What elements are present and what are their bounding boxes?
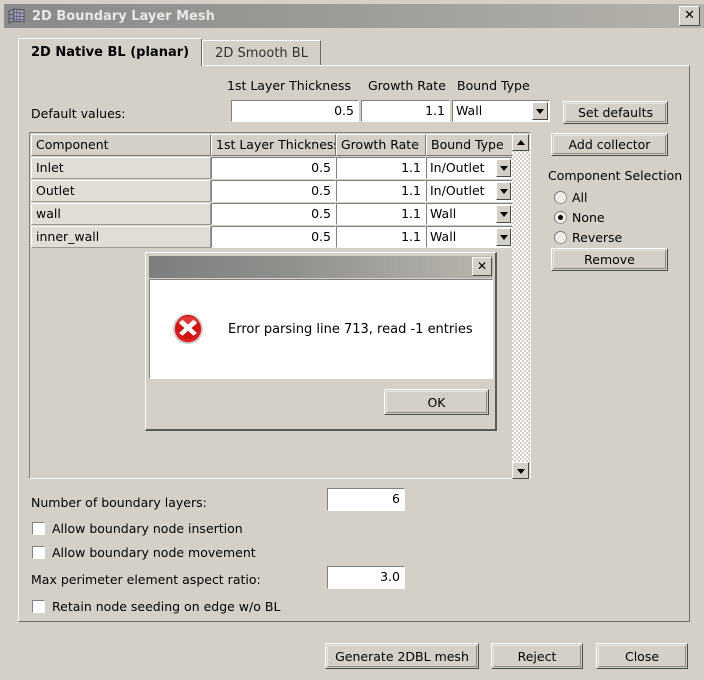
radio-none-label: None <box>572 210 605 225</box>
window-title: 2D Boundary Layer Mesh <box>32 8 215 24</box>
table-header-row: Component 1st Layer Thickness Growth Rat… <box>31 134 513 156</box>
reject-label: Reject <box>517 648 557 664</box>
set-defaults-label: Set defaults <box>578 105 653 120</box>
add-collector-label: Add collector <box>568 137 651 152</box>
dialog-window: 2D Boundary Layer Mesh ✕ 2D Native BL (p… <box>0 0 704 680</box>
close-button[interactable]: Close <box>596 643 688 669</box>
error-dialog-close-button[interactable]: ✕ <box>472 257 492 276</box>
cell-thickness-input[interactable]: 0.5 <box>211 226 336 248</box>
default-values-label: Default values: <box>31 106 126 121</box>
error-dialog-footer: OK <box>149 378 493 426</box>
radio-none[interactable] <box>554 211 567 224</box>
cell-growth-rate-input[interactable]: 1.1 <box>336 226 426 248</box>
scroll-up-button[interactable] <box>512 134 529 151</box>
error-dialog-body: Error parsing line 713, read -1 entries <box>149 279 493 379</box>
default-growth-rate-input[interactable]: 1.1 <box>361 100 450 122</box>
cell-component: Outlet <box>31 180 211 202</box>
cell-bound-type-value: Wall <box>430 229 457 244</box>
window-close-button[interactable]: ✕ <box>679 6 700 26</box>
allow-boundary-node-movement-checkbox[interactable] <box>32 546 45 559</box>
tab-strip: 2D Native BL (planar) 2D Smooth BL <box>18 38 321 66</box>
chevron-down-icon[interactable] <box>496 228 511 246</box>
allow-boundary-node-movement-label: Allow boundary node movement <box>52 545 256 560</box>
tab-label: 2D Smooth BL <box>215 45 308 61</box>
component-grid: Component 1st Layer Thickness Growth Rat… <box>31 134 513 248</box>
cell-growth-rate-input[interactable]: 1.1 <box>336 157 426 179</box>
radio-all-label: All <box>572 190 588 205</box>
cell-growth-rate-input[interactable]: 1.1 <box>336 180 426 202</box>
retain-node-seeding-label: Retain node seeding on edge w/o BL <box>52 599 281 614</box>
cell-bound-type-select[interactable]: In/Outlet <box>426 157 513 179</box>
cell-component: wall <box>31 203 211 225</box>
remove-label: Remove <box>584 252 635 267</box>
default-bound-type-value: Wall <box>456 103 483 118</box>
cell-bound-type-value: In/Outlet <box>430 183 485 198</box>
chevron-down-icon[interactable] <box>496 182 511 200</box>
component-selection-title: Component Selection <box>548 168 683 183</box>
cell-growth-rate-input[interactable]: 1.1 <box>336 203 426 225</box>
error-dialog: ✕ Error parsing line 713, read -1 entrie… <box>145 252 497 431</box>
tab-2d-native-bl-planar[interactable]: 2D Native BL (planar) <box>18 38 203 66</box>
max-aspect-ratio-input[interactable]: 3.0 <box>327 566 405 589</box>
header-component[interactable]: Component <box>31 134 211 156</box>
cell-bound-type-select[interactable]: Wall <box>426 226 513 248</box>
cell-component: Inlet <box>31 157 211 179</box>
cell-bound-type-select[interactable]: In/Outlet <box>426 180 513 202</box>
column-heading-growth-rate: Growth Rate <box>368 78 446 93</box>
number-of-boundary-layers-label: Number of boundary layers: <box>31 495 207 510</box>
scroll-down-button[interactable] <box>512 462 529 479</box>
reject-button[interactable]: Reject <box>491 643 583 669</box>
radio-all[interactable] <box>554 191 567 204</box>
column-heading-bound-type: Bound Type <box>457 78 530 93</box>
tab-2d-smooth-bl[interactable]: 2D Smooth BL <box>202 40 321 65</box>
column-heading-thickness: 1st Layer Thickness <box>227 78 351 93</box>
chevron-down-icon[interactable] <box>532 102 548 120</box>
cell-component: inner_wall <box>31 226 211 248</box>
table-row[interactable]: inner_wall 0.5 1.1 Wall <box>31 226 513 248</box>
cell-bound-type-select[interactable]: Wall <box>426 203 513 225</box>
error-message: Error parsing line 713, read -1 entries <box>228 321 473 337</box>
error-ok-label: OK <box>427 394 446 410</box>
mesh-grid-icon <box>8 8 25 24</box>
header-bound-type[interactable]: Bound Type <box>426 134 513 156</box>
chevron-down-icon[interactable] <box>496 159 511 177</box>
cell-thickness-input[interactable]: 0.5 <box>211 180 336 202</box>
header-thickness[interactable]: 1st Layer Thickness <box>211 134 336 156</box>
retain-node-seeding-checkbox[interactable] <box>32 600 45 613</box>
cell-bound-type-value: Wall <box>430 206 457 221</box>
error-circle-x-icon <box>173 314 203 344</box>
cell-thickness-input[interactable]: 0.5 <box>211 203 336 225</box>
cell-thickness-input[interactable]: 0.5 <box>211 157 336 179</box>
cell-bound-type-value: In/Outlet <box>430 160 485 175</box>
radio-reverse[interactable] <box>554 231 567 244</box>
header-growth-rate[interactable]: Growth Rate <box>336 134 426 156</box>
close-label: Close <box>624 648 660 664</box>
default-bound-type-select[interactable]: Wall <box>452 100 550 122</box>
max-aspect-ratio-label: Max perimeter element aspect ratio: <box>31 572 261 587</box>
title-bar: 2D Boundary Layer Mesh ✕ <box>4 4 704 28</box>
radio-selected-dot <box>558 215 563 220</box>
table-row[interactable]: wall 0.5 1.1 Wall <box>31 203 513 225</box>
generate-label: Generate 2DBL mesh <box>335 648 469 664</box>
remove-button[interactable]: Remove <box>551 248 668 271</box>
tab-label: 2D Native BL (planar) <box>31 45 190 60</box>
error-dialog-title-bar: ✕ <box>149 256 493 278</box>
allow-boundary-node-insertion-label: Allow boundary node insertion <box>52 521 243 536</box>
table-row[interactable]: Inlet 0.5 1.1 In/Outlet <box>31 157 513 179</box>
set-defaults-button[interactable]: Set defaults <box>563 101 668 124</box>
table-row[interactable]: Outlet 0.5 1.1 In/Outlet <box>31 180 513 202</box>
default-thickness-input[interactable]: 0.5 <box>231 100 359 122</box>
chevron-down-icon[interactable] <box>496 205 511 223</box>
radio-reverse-label: Reverse <box>572 230 623 245</box>
generate-2dbl-mesh-button[interactable]: Generate 2DBL mesh <box>325 643 479 669</box>
number-of-boundary-layers-input[interactable]: 6 <box>327 488 405 511</box>
error-ok-button[interactable]: OK <box>384 389 489 415</box>
allow-boundary-node-insertion-checkbox[interactable] <box>32 522 45 535</box>
add-collector-button[interactable]: Add collector <box>551 133 668 156</box>
table-vertical-scrollbar[interactable] <box>512 134 529 479</box>
